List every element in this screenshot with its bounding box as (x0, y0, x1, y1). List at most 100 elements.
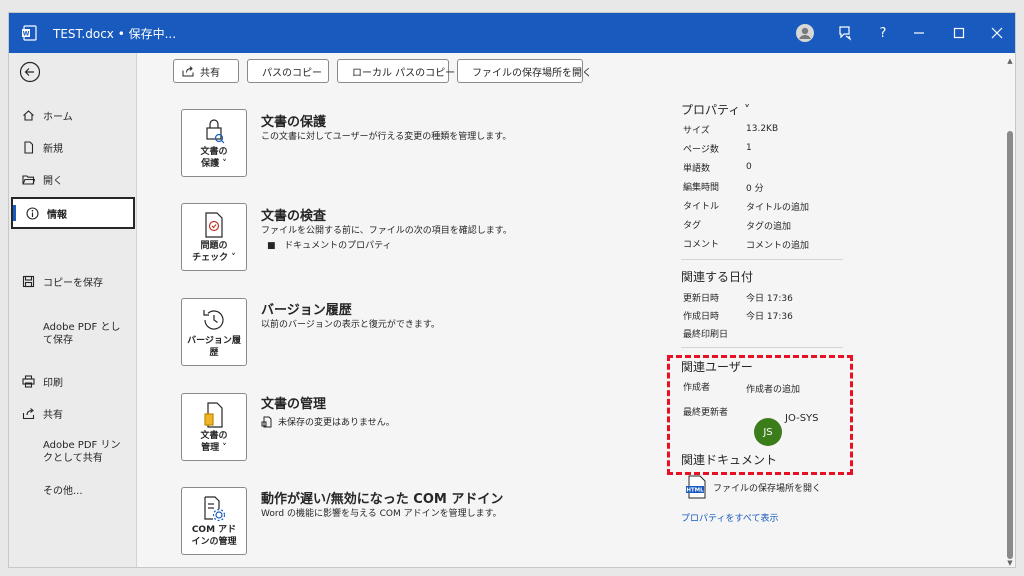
red-dashed-highlight-box (667, 355, 853, 475)
home-icon (21, 108, 35, 122)
back-arrow-icon[interactable] (19, 61, 41, 83)
divider (681, 259, 843, 260)
sidebar-item-save-copy[interactable]: コピーを保存 (9, 269, 137, 293)
protect-document-desc: この文書に対してユーザーが行える変更の種類を管理します。 (261, 132, 512, 142)
prop-label-title: タイトル (683, 202, 720, 212)
prop-value-words: 0 (746, 162, 752, 172)
sidebar-item-share-adobe-pdf-link[interactable]: Adobe PDF リンクとして共有 (9, 437, 127, 467)
protect-document-tile[interactable]: 文書の 保護 ˅ (181, 109, 247, 177)
info-icon (25, 206, 39, 220)
sidebar-item-print[interactable]: 印刷 (9, 369, 137, 393)
word-app-icon: W (22, 25, 37, 41)
open-file-location-label: ファイルの保存場所を開く (472, 67, 592, 79)
com-addins-desc: Word の機能に影響を与える COM アドインを管理します。 (261, 509, 502, 519)
prop-value-modified: 今日 17:36 (746, 294, 793, 304)
share-icon (21, 406, 35, 420)
minimize-icon[interactable] (907, 21, 931, 45)
save-copy-icon (21, 274, 35, 288)
protect-document-title: 文書の保護 (261, 115, 327, 130)
com-addins-tile-text: COM アド インの管理 (191, 525, 237, 547)
account-avatar-icon[interactable] (793, 21, 817, 45)
vertical-scrollbar[interactable]: ▲ ▼ (1003, 53, 1015, 567)
prop-value-edit-time: 0 分 (746, 184, 764, 194)
protect-document-tile-label: 文書の 保護 ˅ (200, 146, 227, 170)
scrollbar-thumb[interactable] (1007, 131, 1013, 559)
copy-local-path-button[interactable]: ローカル パスのコピー (337, 59, 455, 83)
version-history-tile[interactable]: バージョン履 歴 (181, 298, 247, 366)
prop-value-comments-input[interactable]: コメントの追加 (746, 238, 809, 251)
prop-value-tags-input[interactable]: タグの追加 (746, 219, 791, 232)
backstage-sidebar: ホーム 新規 開く 情報 コピーを保存 Adobe PDF として保存 印刷 共… (9, 53, 137, 567)
close-icon[interactable] (985, 21, 1009, 45)
sidebar-item-label: 印刷 (43, 377, 63, 389)
printer-icon (21, 374, 35, 388)
sidebar-item-open[interactable]: 開く (9, 167, 137, 191)
sidebar-item-share[interactable]: 共有 (9, 401, 137, 425)
prop-value-created: 今日 17:36 (746, 312, 793, 322)
copy-path-button[interactable]: パスのコピー (247, 59, 329, 83)
feedback-icon[interactable] (833, 21, 857, 45)
history-clock-icon (203, 310, 224, 330)
manage-document-tile-text: 文書の 管理 ˅ (200, 431, 228, 453)
share-button-label: 共有 (200, 67, 220, 79)
addin-gear-icon (204, 496, 226, 522)
protect-document-tile-text: 文書の 保護 ˅ (200, 147, 228, 169)
prop-label-last-printed: 最終印刷日 (683, 330, 729, 340)
title-bar: W TEST.docx • 保存中... ? (9, 13, 1015, 53)
prop-value-pages: 1 (746, 143, 752, 153)
manage-document-tile[interactable]: 文書の 管理 ˅ (181, 393, 247, 461)
prop-label-words: 単語数 (683, 164, 711, 174)
sidebar-item-label: Adobe PDF として保存 (43, 322, 121, 346)
related-dates-heading: 関連する日付 (681, 270, 754, 284)
manage-document-title: 文書の管理 (261, 397, 327, 412)
open-file-location-link-label: ファイルの保存場所を開く (713, 483, 822, 494)
manage-document-desc: 未保存の変更はありません。 (278, 418, 395, 428)
check-issues-tile-text: 問題の チェック ˅ (192, 241, 236, 263)
prop-value-title-input[interactable]: タイトルの追加 (746, 200, 809, 213)
inspect-bullet-text: ドキュメントのプロパティ (284, 241, 392, 251)
sidebar-item-label: コピーを保存 (43, 277, 103, 289)
prop-label-edit-time: 編集時間 (683, 183, 720, 193)
lock-search-icon (206, 119, 225, 144)
com-addins-tile[interactable]: COM アド インの管理 (181, 487, 247, 555)
open-file-location-button[interactable]: ファイルの保存場所を開く (457, 59, 592, 83)
document-title: TEST.docx • 保存中... (53, 27, 177, 41)
share-button[interactable]: 共有 (173, 59, 239, 83)
inspect-bullet-item: ■ ドキュメントのプロパティ (267, 238, 392, 251)
info-main-panel: 共有 パスのコピー ローカル パスのコピー ファイルの保存場所を開く 文書の 保… (137, 53, 1003, 567)
version-history-tile-text: バージョン履 歴 (187, 336, 241, 358)
sidebar-item-label: Adobe PDF リンクとして共有 (43, 440, 121, 464)
check-issues-tile[interactable]: 問題の チェック ˅ (181, 203, 247, 271)
word-window: W TEST.docx • 保存中... ? ホーム 新規 開く 情報 コピーを… (8, 12, 1016, 568)
sidebar-item-label: 共有 (43, 409, 63, 421)
new-document-icon (21, 140, 35, 154)
sidebar-item-save-adobe-pdf[interactable]: Adobe PDF として保存 (9, 319, 127, 349)
com-addins-tile-label: COM アド インの管理 (191, 524, 236, 548)
version-history-tile-label: バージョン履 歴 (187, 335, 241, 359)
prop-label-pages: ページ数 (683, 145, 719, 155)
sidebar-item-info[interactable]: 情報 (11, 197, 135, 229)
show-all-properties-link[interactable]: プロパティをすべて表示 (681, 511, 778, 524)
sidebar-item-label: その他... (43, 485, 83, 497)
sidebar-item-new[interactable]: 新規 (9, 135, 137, 159)
document-manage-icon (204, 402, 223, 428)
help-icon[interactable]: ? (871, 21, 895, 45)
sidebar-item-home[interactable]: ホーム (9, 103, 137, 127)
sidebar-item-label: ホーム (43, 111, 73, 123)
scroll-up-icon[interactable]: ▲ (1006, 57, 1014, 65)
version-history-title: バージョン履歴 (261, 303, 352, 318)
svg-text:HTML: HTML (686, 488, 704, 494)
properties-heading[interactable]: プロパティ ˅ (681, 101, 750, 118)
sidebar-item-label: 開く (43, 175, 63, 187)
maximize-icon[interactable] (947, 21, 971, 45)
share-icon (182, 66, 194, 77)
sidebar-item-more[interactable]: その他... (9, 479, 137, 503)
prop-label-comments: コメント (683, 240, 720, 250)
open-file-location-link[interactable]: HTML ファイルの保存場所を開く (685, 475, 821, 499)
com-addins-title: 動作が遅い/無効になった COM アドイン (261, 492, 504, 507)
copy-local-path-label: ローカル パスのコピー (352, 67, 456, 79)
inspect-document-desc: ファイルを公開する前に、ファイルの次の項目を確認します。 (261, 226, 512, 236)
sidebar-item-label: 情報 (47, 209, 67, 221)
prop-label-tags: タグ (683, 221, 702, 231)
scroll-down-icon[interactable]: ▼ (1006, 559, 1014, 567)
